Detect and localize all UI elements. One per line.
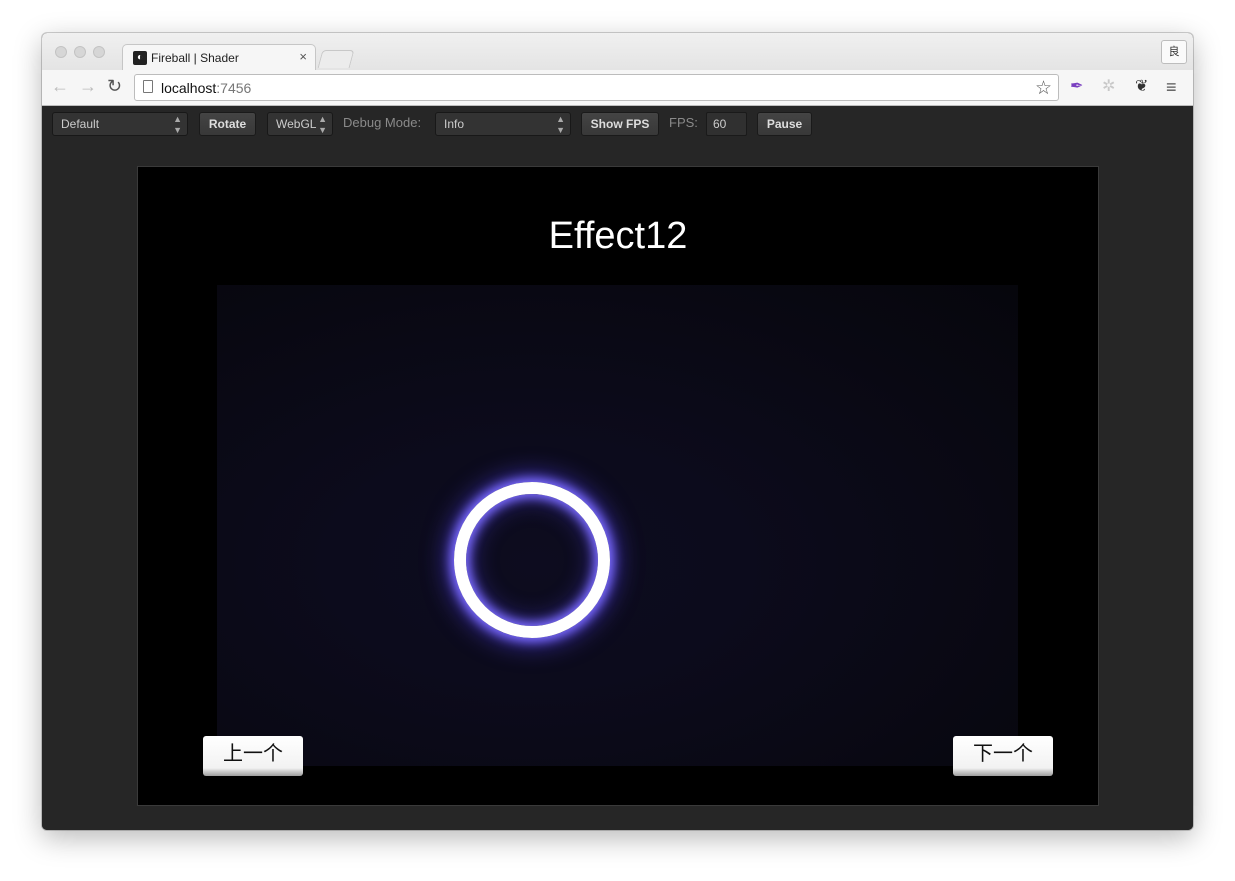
- fireball-favicon-icon: ◐: [133, 51, 147, 65]
- url-port: :7456: [216, 80, 252, 96]
- show-fps-button[interactable]: Show FPS: [581, 112, 659, 136]
- glowing-ring: [454, 482, 610, 638]
- zoom-window-icon[interactable]: [93, 46, 105, 58]
- new-tab-button[interactable]: [317, 50, 355, 68]
- evernote-extension-icon[interactable]: ❦: [1135, 77, 1148, 97]
- url-text: localhost:7456: [161, 80, 251, 96]
- design-resolution-value: Default: [61, 117, 100, 131]
- forward-icon[interactable]: →: [79, 76, 97, 96]
- gear-extension-icon[interactable]: ✲: [1102, 77, 1115, 97]
- title-bar: ◐ Fireball | Shader × 良: [42, 33, 1193, 71]
- select-arrows-icon: ▲ ▼: [318, 114, 327, 135]
- previous-button[interactable]: 上一个: [203, 736, 303, 776]
- debug-mode-label: Debug Mode:: [343, 115, 422, 130]
- effect-title: Effect12: [548, 215, 688, 257]
- select-arrows-icon: ▲ ▼: [173, 114, 182, 135]
- back-icon[interactable]: ←: [51, 76, 69, 96]
- select-arrows-icon: ▲ ▼: [556, 114, 565, 135]
- tab-title: Fireball | Shader: [151, 51, 239, 65]
- fps-label: FPS:: [669, 115, 698, 130]
- pause-button[interactable]: Pause: [757, 112, 812, 136]
- renderer-value: WebGL: [276, 117, 317, 131]
- rotate-button[interactable]: Rotate: [199, 112, 256, 136]
- page-content: Default ▲ ▼ Rotate WebGL ▲ ▼ Debug Mode: I…: [42, 106, 1193, 830]
- menu-icon[interactable]: ≡: [1166, 77, 1177, 97]
- shader-sprite: [217, 285, 1018, 766]
- close-window-icon[interactable]: [55, 46, 67, 58]
- address-bar[interactable]: localhost:7456 ☆: [134, 74, 1059, 101]
- design-resolution-select[interactable]: Default ▲ ▼: [52, 112, 188, 136]
- url-host: localhost: [161, 80, 217, 96]
- page-icon: [143, 80, 153, 93]
- feather-extension-icon[interactable]: ✒: [1070, 77, 1083, 97]
- renderer-select[interactable]: WebGL ▲ ▼: [267, 112, 333, 136]
- bookmark-star-icon[interactable]: ☆: [1035, 77, 1052, 100]
- navigation-bar: ← → ↻ localhost:7456 ☆ ✒ ✲ ❦ ≡: [42, 70, 1193, 106]
- tab-fireball-shader[interactable]: ◐ Fireball | Shader ×: [122, 44, 316, 71]
- debug-mode-value: Info: [444, 117, 465, 131]
- game-canvas[interactable]: Effect12 上一个 下一个: [137, 166, 1099, 806]
- browser-window: ◐ Fireball | Shader × 良 ← → ↻ localhost:…: [42, 33, 1193, 830]
- next-button[interactable]: 下一个: [953, 736, 1053, 776]
- minimize-window-icon[interactable]: [74, 46, 86, 58]
- profile-button[interactable]: 良: [1161, 40, 1187, 64]
- fps-input[interactable]: 60: [706, 112, 747, 136]
- tab-close-icon[interactable]: ×: [299, 49, 307, 64]
- reload-icon[interactable]: ↻: [107, 76, 122, 96]
- debug-mode-select[interactable]: Info ▲ ▼: [435, 112, 571, 136]
